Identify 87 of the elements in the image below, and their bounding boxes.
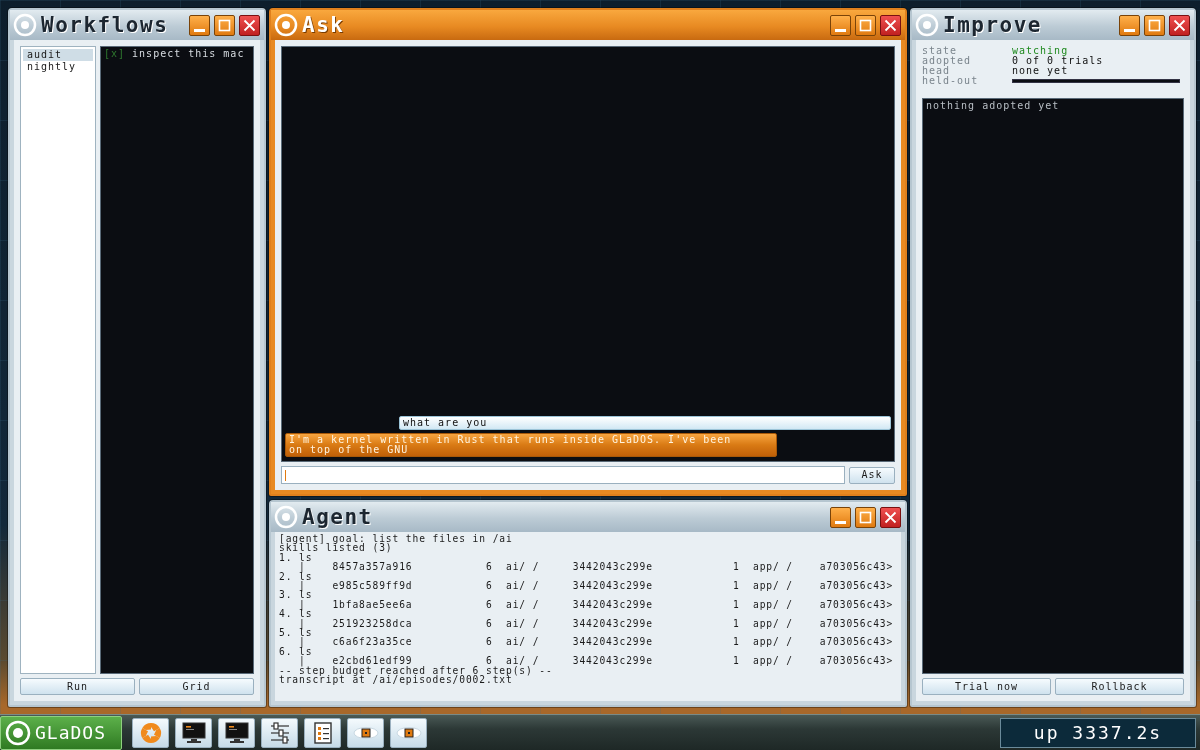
sliders-icon [268,721,291,744]
ask-button[interactable]: Ask [849,466,895,484]
minimize-icon [835,28,846,32]
maximize-button[interactable] [1144,14,1165,36]
transcript-line: | 251923258dca 6 ai/ / 3442043c299e 1 app/ / a703056c43> [298,618,895,629]
workflow-button[interactable]: Run [20,678,135,695]
minimize-icon [835,520,846,524]
log-line: nothing adopted yet [926,101,1061,111]
window-title: Ask [302,13,346,37]
workflow-item[interactable]: audit [23,49,93,61]
field-label: head [922,66,951,76]
workflow-button[interactable]: Grid [139,678,254,695]
checklist-icon [313,721,332,744]
eye-icon [395,724,422,741]
title-bar[interactable]: Improve [912,10,1194,40]
transcript-line: 5. ls [279,628,314,638]
close-button[interactable] [880,506,901,528]
close-icon [243,18,256,32]
field-label: held-out [922,76,980,86]
launcher-button[interactable] [218,717,255,748]
improve-button[interactable]: Rollback [1055,678,1184,695]
minimize-button[interactable] [1119,14,1140,36]
minimize-button[interactable] [830,506,851,528]
field-value: 0 of 0 trials [1012,56,1105,66]
close-icon [1173,18,1186,32]
transcript-line: 4. ls [279,609,314,619]
input-field[interactable] [281,466,845,484]
transcript-line: 3. ls [279,590,314,600]
transcript-line: transcript at /ai/episodes/0002.txt [279,675,513,685]
maximize-button[interactable] [855,506,876,528]
monitor-icon [181,721,206,744]
minimize-button[interactable] [830,14,851,36]
transcript-line: skills listed (3) [279,543,394,553]
ring-icon [274,13,298,37]
uptime-display: up 3337.2s [1000,717,1196,748]
transcript-line: [agent] goal: list the files in /ai [279,534,514,544]
task-line: [x] inspect this mac [104,49,246,59]
field-label: state [922,46,959,56]
launcher-button[interactable] [390,717,427,748]
aperture-icon [139,721,162,744]
reply-message: I'm a kernel written in Rust that runs inside GLaDOS. I've been on top of the GNU [285,433,777,457]
transcript-line: | 8457a357a916 6 ai/ / 3442043c299e 1 app/ / a703056c43> [298,562,895,572]
transcript-line: | c6a6f23a35ce 6 ai/ / 3442043c299e 1 app/ / a703056c43> [298,637,895,647]
ring-icon [915,13,939,37]
improve-button[interactable]: Trial now [922,678,1051,695]
transcript-line: | e2cbd61edf99 6 ai/ / 3442043c299e 1 app/ / a703056c43> [298,656,895,666]
ring-icon [274,505,298,529]
close-icon [884,18,897,32]
maximize-button[interactable] [855,14,876,36]
start-button[interactable]: GLaDOS [0,715,122,750]
window-title: Workflows [41,13,170,37]
window-title: Improve [943,13,1043,37]
minimize-icon [194,28,205,32]
launcher-button[interactable] [261,717,298,748]
transcript-line: | 1bfa8ae5ee6a 6 ai/ / 3442043c299e 1 app/ / a703056c43> [298,599,895,610]
transcript-line: 2. ls [279,571,314,582]
close-button[interactable] [1169,14,1190,36]
launcher-button[interactable] [347,717,384,748]
title-bar[interactable]: Workflows [10,10,264,40]
transcript-line: | e985c589ff9d 6 ai/ / 3442043c299e 1 app/ / a703056c43> [298,581,895,591]
launcher-button[interactable] [175,717,212,748]
maximize-button[interactable] [214,14,235,36]
transcript-line: -- step budget reached after 6 step(s) -- [279,665,554,676]
title-bar[interactable]: Agent [271,502,905,532]
minimize-button[interactable] [189,14,210,36]
user-message: what are you [399,416,891,430]
monitor-icon [224,721,249,744]
maximize-icon [218,18,231,32]
eye-icon [352,724,379,741]
transcript-line: 1. ls [279,552,314,563]
close-button[interactable] [880,14,901,36]
launcher-button[interactable] [304,717,341,748]
close-icon [884,510,897,524]
maximize-icon [859,510,872,524]
maximize-icon [859,18,872,32]
window-title: Agent [302,505,374,529]
ring-icon [5,719,31,746]
minimize-icon [1124,28,1135,32]
close-button[interactable] [239,14,260,36]
ring-icon [13,13,37,37]
launcher-button[interactable] [132,717,169,748]
field-value: none yet [1012,66,1070,76]
status-value: watching [1012,46,1070,56]
field-label: adopted [922,56,973,66]
workflow-item[interactable]: nightly [23,61,93,73]
transcript-line: 6. ls [279,646,314,657]
maximize-icon [1148,18,1161,32]
